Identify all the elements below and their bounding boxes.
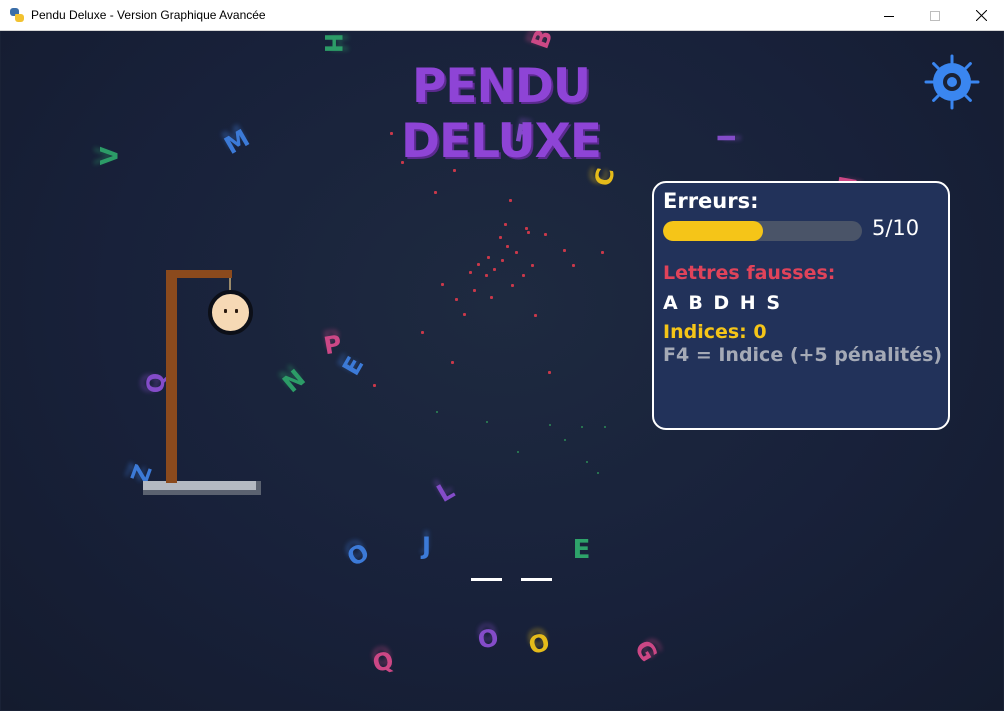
settings-button[interactable]: [921, 51, 983, 113]
wrong-letters: A B D H S: [663, 292, 783, 314]
window-titlebar: Pendu Deluxe - Version Graphique Avancée: [0, 0, 1004, 31]
floating-letter: O: [475, 623, 501, 655]
stats-panel: Erreurs: 5/10 Lettres fausses: A B D H S…: [652, 181, 950, 430]
hint-help-text: F4 = Indice (+5 pénalités): [663, 344, 943, 366]
floating-letter: Q: [369, 645, 397, 679]
floating-letter: P: [321, 329, 344, 361]
floating-letter: G: [628, 635, 663, 667]
hangman-eye-left: [224, 309, 227, 313]
errors-progress-bar: [663, 221, 862, 241]
python-app-icon: [9, 7, 25, 23]
word-slot-letter: E: [572, 535, 591, 565]
minimize-button[interactable]: [866, 0, 912, 31]
close-icon: [975, 10, 987, 21]
word-slot: E: [566, 531, 597, 571]
window-title: Pendu Deluxe - Version Graphique Avancée: [31, 8, 266, 22]
gallows-post: [166, 270, 177, 483]
floating-letter: L: [432, 476, 460, 508]
gallows-beam: [166, 270, 232, 278]
errors-label: Erreurs:: [663, 189, 759, 213]
floating-letter: C: [589, 165, 621, 189]
close-button[interactable]: [958, 0, 1004, 31]
hangman-eye-right: [235, 309, 238, 313]
game-canvas[interactable]: H B V M F C I D P N E Q Z L O J O O Q G …: [1, 31, 1003, 710]
floating-letter: M: [219, 123, 255, 161]
floating-letter: N: [277, 363, 311, 399]
window-controls: [866, 0, 1004, 31]
floating-letter: O: [525, 627, 553, 661]
hints-count: Indices: 0: [663, 321, 767, 343]
errors-progress-fill: [663, 221, 763, 241]
floating-letter: Q: [142, 372, 171, 394]
word-slot: [471, 541, 502, 581]
errors-count: 5/10: [872, 216, 920, 240]
floating-letter: H: [319, 32, 348, 54]
floating-letter: O: [342, 537, 375, 573]
floating-letter: E: [336, 351, 370, 381]
minimize-icon: [884, 15, 894, 17]
hangman-head: [208, 290, 253, 335]
floating-letter: I: [711, 133, 740, 143]
gallows-base: [143, 481, 256, 490]
gear-icon: [924, 54, 980, 110]
maximize-icon: [930, 10, 940, 21]
floating-letter: J: [422, 532, 431, 560]
game-title: PENDU DELUXE: [401, 59, 602, 169]
floating-letter: V: [95, 146, 124, 166]
maximize-button[interactable]: [912, 0, 958, 31]
word-slot: [521, 541, 552, 581]
floating-letter: B: [525, 31, 559, 53]
wrong-letters-label: Lettres fausses:: [663, 262, 836, 284]
